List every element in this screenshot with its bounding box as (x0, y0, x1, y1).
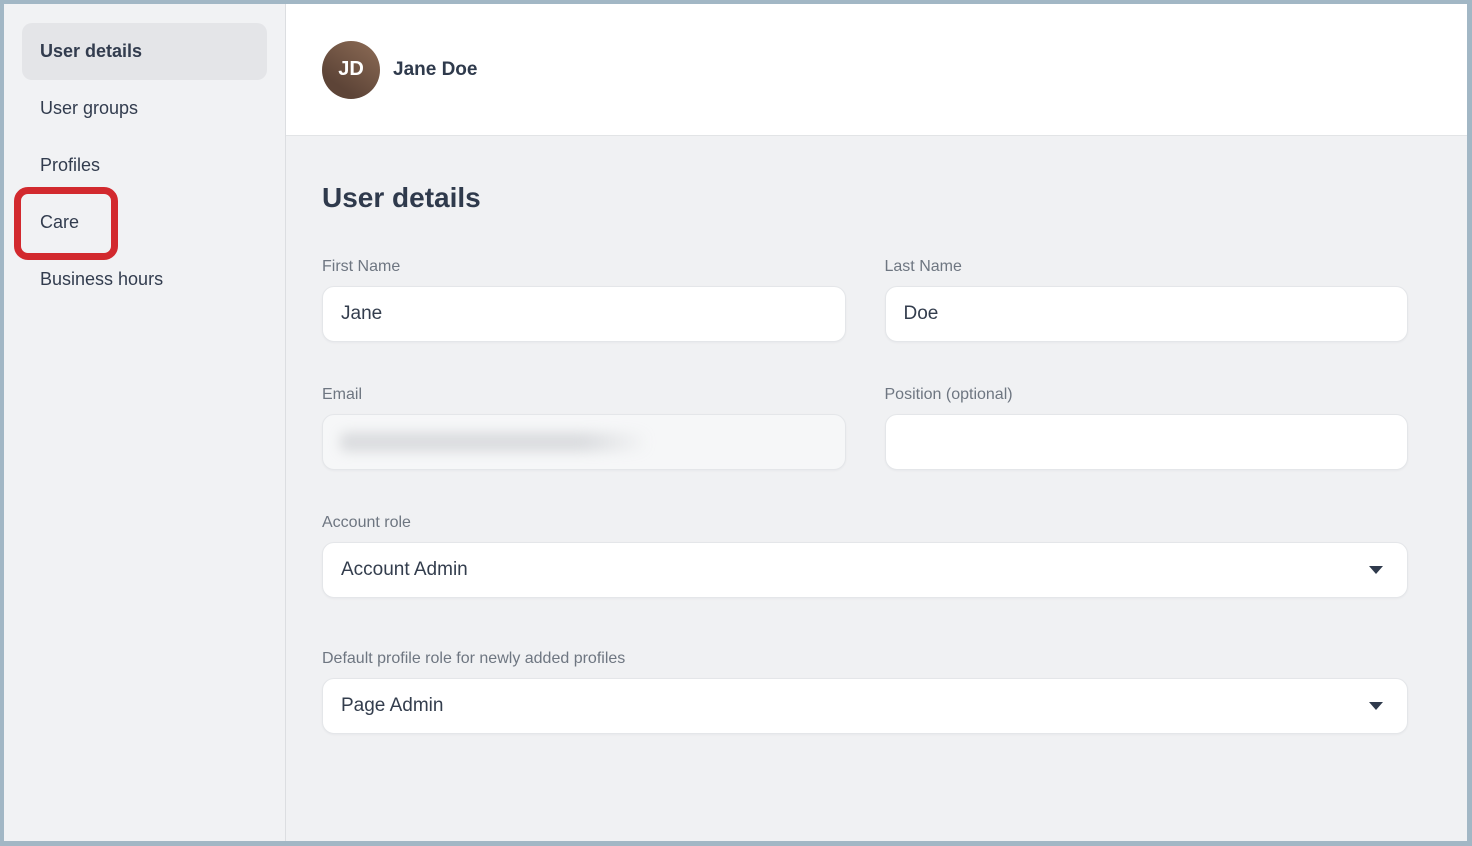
user-details-content: User details First Name Last Name Email (286, 136, 1467, 841)
account-role-label: Account role (322, 514, 1408, 532)
avatar-initials: JD (338, 58, 364, 81)
user-header: JD Jane Doe (286, 4, 1467, 136)
email-label: Email (322, 386, 846, 404)
last-name-label: Last Name (885, 258, 1409, 276)
default-profile-role-label: Default profile role for newly added pro… (322, 650, 1408, 668)
sidebar-item-care[interactable]: Care (22, 194, 267, 251)
first-name-input[interactable] (322, 286, 846, 342)
default-profile-role-select[interactable]: Page Admin (322, 678, 1408, 734)
default-profile-role-value: Page Admin (341, 695, 443, 717)
email-field-group: Email (322, 386, 846, 470)
email-input (322, 414, 846, 470)
sidebar-item-label: Profiles (40, 155, 100, 176)
position-label: Position (optional) (885, 386, 1409, 404)
avatar: JD (322, 41, 380, 99)
default-profile-role-field-group: Default profile role for newly added pro… (322, 650, 1408, 734)
account-role-field-group: Account role Account Admin (322, 514, 1408, 598)
sidebar-item-label: Business hours (40, 269, 163, 290)
chevron-down-icon (1369, 702, 1383, 710)
account-role-select[interactable]: Account Admin (322, 542, 1408, 598)
position-input[interactable] (885, 414, 1409, 470)
sidebar-item-profiles[interactable]: Profiles (22, 137, 267, 194)
page-title: User details (322, 182, 1408, 214)
first-name-field-group: First Name (322, 258, 846, 342)
last-name-field-group: Last Name (885, 258, 1409, 342)
sidebar-item-label: User details (40, 41, 142, 62)
sidebar-item-label: Care (40, 212, 79, 233)
account-role-value: Account Admin (341, 559, 468, 581)
user-details-form: First Name Last Name Email Position (opt… (322, 258, 1408, 470)
position-field-group: Position (optional) (885, 386, 1409, 470)
settings-sidebar: User details User groups Profiles Care B… (4, 4, 286, 841)
user-name: Jane Doe (393, 59, 477, 81)
chevron-down-icon (1369, 566, 1383, 574)
first-name-label: First Name (322, 258, 846, 276)
sidebar-item-business-hours[interactable]: Business hours (22, 251, 267, 308)
sidebar-item-label: User groups (40, 98, 138, 119)
sidebar-item-user-groups[interactable]: User groups (22, 80, 267, 137)
last-name-input[interactable] (885, 286, 1409, 342)
main-panel: JD Jane Doe User details First Name Last… (286, 4, 1467, 841)
settings-window: User details User groups Profiles Care B… (0, 0, 1472, 846)
sidebar-item-user-details[interactable]: User details (22, 23, 267, 80)
